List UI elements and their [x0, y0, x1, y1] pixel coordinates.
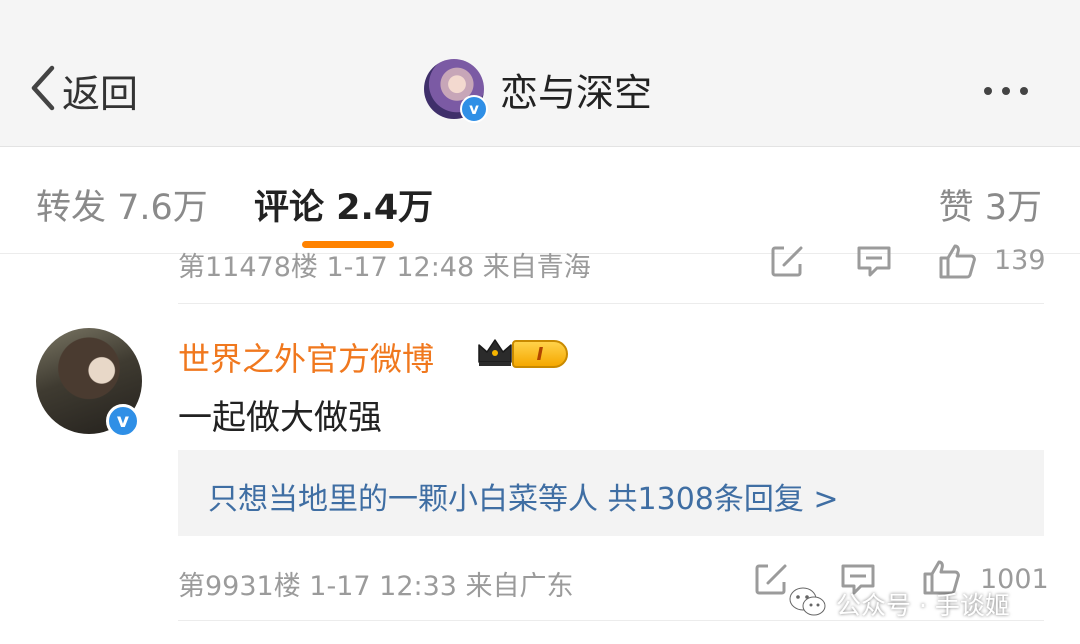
verified-badge: v — [106, 404, 140, 438]
replies-summary[interactable]: 只想当地里的一颗小白菜等人 共1308条回复 > — [178, 450, 1044, 536]
top-bar: 返回 v 恋与深空 — [0, 0, 1080, 147]
comment-meta: 第9931楼 1-17 12:33 来自广东 — [178, 571, 574, 602]
verified-badge: v — [460, 95, 488, 123]
crown-icon — [476, 336, 514, 372]
tab-bar: 转发 7.6万 评论 2.4万 赞 3万 — [0, 147, 1080, 254]
more-icon[interactable] — [984, 84, 1028, 98]
account-title[interactable]: v 恋与深空 — [424, 58, 653, 123]
replies-link[interactable]: 只想当地里的一颗小白菜等人 共1308条回复 > — [208, 474, 839, 518]
comment-text: 一起做大做强 — [178, 398, 382, 438]
like-count: 139 — [994, 245, 1046, 276]
comment-icon[interactable] — [856, 244, 892, 282]
account-avatar[interactable]: v — [424, 59, 488, 123]
edit-icon[interactable] — [770, 244, 806, 282]
tab-comments[interactable]: 评论 2.4万 — [254, 179, 433, 230]
page-title: 恋与深空 — [500, 70, 653, 115]
edit-icon[interactable] — [754, 562, 790, 600]
wechat-icon — [788, 586, 828, 622]
thumbs-up-icon[interactable] — [938, 242, 978, 284]
back-label: 返回 — [62, 71, 139, 116]
vip-level-badge: I — [512, 340, 568, 368]
commenter-name[interactable]: 世界之外官方微博 — [178, 334, 434, 380]
chevron-left-icon — [28, 64, 58, 116]
watermark-text: 公众号 · 手谈姬 — [836, 591, 1010, 620]
tab-likes[interactable]: 赞 3万 — [939, 179, 1042, 230]
tab-repost[interactable]: 转发 7.6万 — [36, 179, 208, 230]
comment-divider — [178, 303, 1044, 304]
back-button[interactable]: 返回 — [28, 64, 138, 116]
comment-meta: 第11478楼 1-17 12:48 来自青海 — [178, 252, 591, 283]
weibo-comment-screen: 返回 v 恋与深空 转发 7.6万 评论 2.4万 赞 3万 第11478楼 1… — [0, 0, 1080, 644]
watermark: 公众号 · 手谈姬 — [788, 584, 1010, 624]
previous-comment-meta: 第11478楼 1-17 12:48 来自青海 139 — [178, 240, 1048, 284]
